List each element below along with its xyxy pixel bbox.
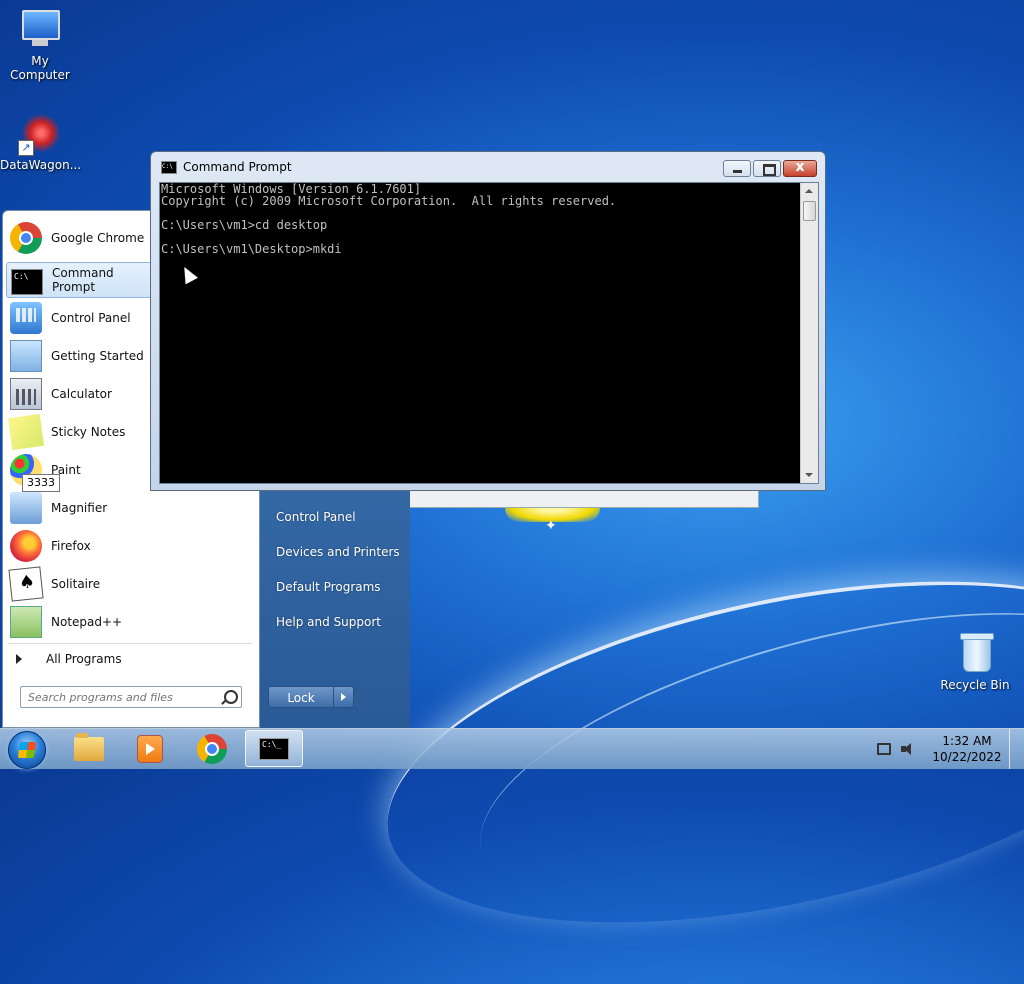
datawagon-icon: ↗ bbox=[16, 112, 64, 156]
taskbar: C:\_ 1:32 AM 10/22/2022 bbox=[0, 728, 1024, 769]
console-area[interactable]: Microsoft Windows [Version 6.1.7601] Cop… bbox=[159, 182, 819, 484]
clock-date: 10/22/2022 bbox=[932, 750, 1002, 764]
start-right-default-programs[interactable]: Default Programs bbox=[276, 580, 381, 594]
window-title: Command Prompt bbox=[183, 160, 292, 174]
network-icon[interactable] bbox=[877, 743, 891, 755]
start-item-label: Magnifier bbox=[51, 501, 108, 515]
calculator-icon bbox=[10, 378, 42, 410]
start-item-label: Control Panel bbox=[51, 311, 131, 325]
window-controls: x bbox=[721, 159, 817, 177]
recycle-bin-icon bbox=[951, 632, 999, 676]
start-right-devices-and-printers[interactable]: Devices and Printers bbox=[276, 545, 400, 559]
solitaire-icon bbox=[8, 566, 44, 602]
minimize-icon bbox=[733, 170, 742, 173]
all-programs-label: All Programs bbox=[46, 652, 122, 666]
start-item-label: Getting Started bbox=[51, 349, 144, 363]
show-desktop-button[interactable] bbox=[1009, 729, 1024, 769]
all-programs-button[interactable]: All Programs bbox=[6, 648, 252, 670]
start-item-solitaire[interactable]: Solitaire bbox=[6, 566, 252, 602]
start-item-label: Google Chrome bbox=[51, 231, 145, 245]
clock-time: 1:32 AM bbox=[942, 734, 992, 748]
scroll-up-icon[interactable] bbox=[805, 189, 813, 193]
taskbar-command-prompt[interactable]: C:\_ bbox=[245, 730, 303, 767]
getting-started-icon bbox=[10, 340, 42, 372]
start-item-label: Calculator bbox=[51, 387, 112, 401]
desktop-icon-label: Recycle Bin bbox=[940, 678, 1010, 692]
notepad-plus-plus-icon bbox=[10, 606, 42, 638]
wallpaper-sparkle: ✦ bbox=[545, 518, 557, 534]
magnifier-icon bbox=[10, 492, 42, 524]
desktop-icon-recycle-bin[interactable]: Recycle Bin bbox=[935, 632, 1015, 692]
tooltip: 3333 bbox=[22, 474, 60, 492]
start-item-label: Command Prompt bbox=[52, 266, 114, 294]
computer-icon bbox=[16, 8, 64, 52]
volume-icon[interactable] bbox=[901, 743, 913, 755]
window-titlebar: C:\ Command Prompt bbox=[161, 160, 292, 174]
lock-button-group: Lock bbox=[268, 686, 356, 708]
clock[interactable]: 1:32 AM 10/22/2022 bbox=[931, 733, 1003, 765]
sticky-notes-icon bbox=[7, 413, 45, 451]
windows-logo-icon bbox=[17, 742, 37, 758]
start-item-label: Notepad++ bbox=[51, 615, 123, 629]
folder-icon bbox=[74, 732, 104, 761]
taskbar-chrome[interactable] bbox=[183, 730, 241, 767]
start-item-label: Solitaire bbox=[51, 577, 101, 591]
media-player-icon bbox=[137, 734, 163, 763]
start-button[interactable] bbox=[8, 731, 46, 769]
desktop-icon-datawagon[interactable]: ↗ DataWagon... bbox=[0, 112, 82, 172]
scrollbar-thumb[interactable] bbox=[803, 201, 816, 221]
start-item-label: Sticky Notes bbox=[51, 425, 126, 439]
start-item-label: Firefox bbox=[51, 539, 91, 553]
command-prompt-icon: C:\_ bbox=[259, 737, 289, 760]
start-right-help-and-support[interactable]: Help and Support bbox=[276, 615, 381, 629]
start-item-command-prompt[interactable]: C:\ Command Prompt bbox=[6, 262, 156, 298]
lock-button[interactable]: Lock bbox=[268, 686, 334, 708]
chrome-icon bbox=[197, 733, 227, 764]
minimize-button[interactable] bbox=[723, 160, 751, 177]
start-item-firefox[interactable]: Firefox bbox=[6, 528, 252, 564]
desktop-icon-my-computer[interactable]: My Computer bbox=[0, 8, 80, 82]
maximize-icon bbox=[763, 164, 776, 176]
firefox-icon bbox=[10, 530, 42, 562]
control-panel-icon bbox=[10, 302, 42, 334]
console-output: Microsoft Windows [Version 6.1.7601] Cop… bbox=[161, 182, 617, 256]
start-item-notepad-plus-plus[interactable]: Notepad++ bbox=[6, 604, 252, 640]
chevron-right-icon bbox=[16, 654, 22, 664]
desktop-icon-label: DataWagon... bbox=[0, 158, 82, 172]
taskbar-media-player[interactable] bbox=[121, 730, 179, 767]
close-icon: x bbox=[795, 159, 805, 175]
system-tray: 1:32 AM 10/22/2022 bbox=[877, 729, 1024, 769]
start-search-box[interactable] bbox=[20, 686, 242, 708]
chrome-icon bbox=[10, 222, 42, 254]
maximize-button[interactable] bbox=[753, 160, 781, 177]
start-right-control-panel[interactable]: Control Panel bbox=[276, 510, 356, 524]
start-search-input[interactable] bbox=[21, 689, 220, 705]
taskbar-explorer[interactable] bbox=[60, 730, 118, 767]
start-menu-separator bbox=[8, 643, 252, 644]
shutdown-options-button[interactable] bbox=[334, 686, 354, 708]
start-item-magnifier[interactable]: Magnifier bbox=[6, 490, 252, 526]
command-prompt-window[interactable]: C:\ Command Prompt x Microsoft Windows [… bbox=[150, 151, 826, 491]
command-prompt-icon: C:\ bbox=[11, 268, 43, 295]
search-icon[interactable] bbox=[224, 690, 238, 704]
desktop-icon-label: My Computer bbox=[10, 54, 70, 82]
command-prompt-icon: C:\ bbox=[161, 160, 177, 174]
vertical-scrollbar[interactable] bbox=[800, 183, 818, 483]
scroll-down-icon[interactable] bbox=[805, 473, 813, 477]
close-button[interactable]: x bbox=[783, 159, 817, 177]
